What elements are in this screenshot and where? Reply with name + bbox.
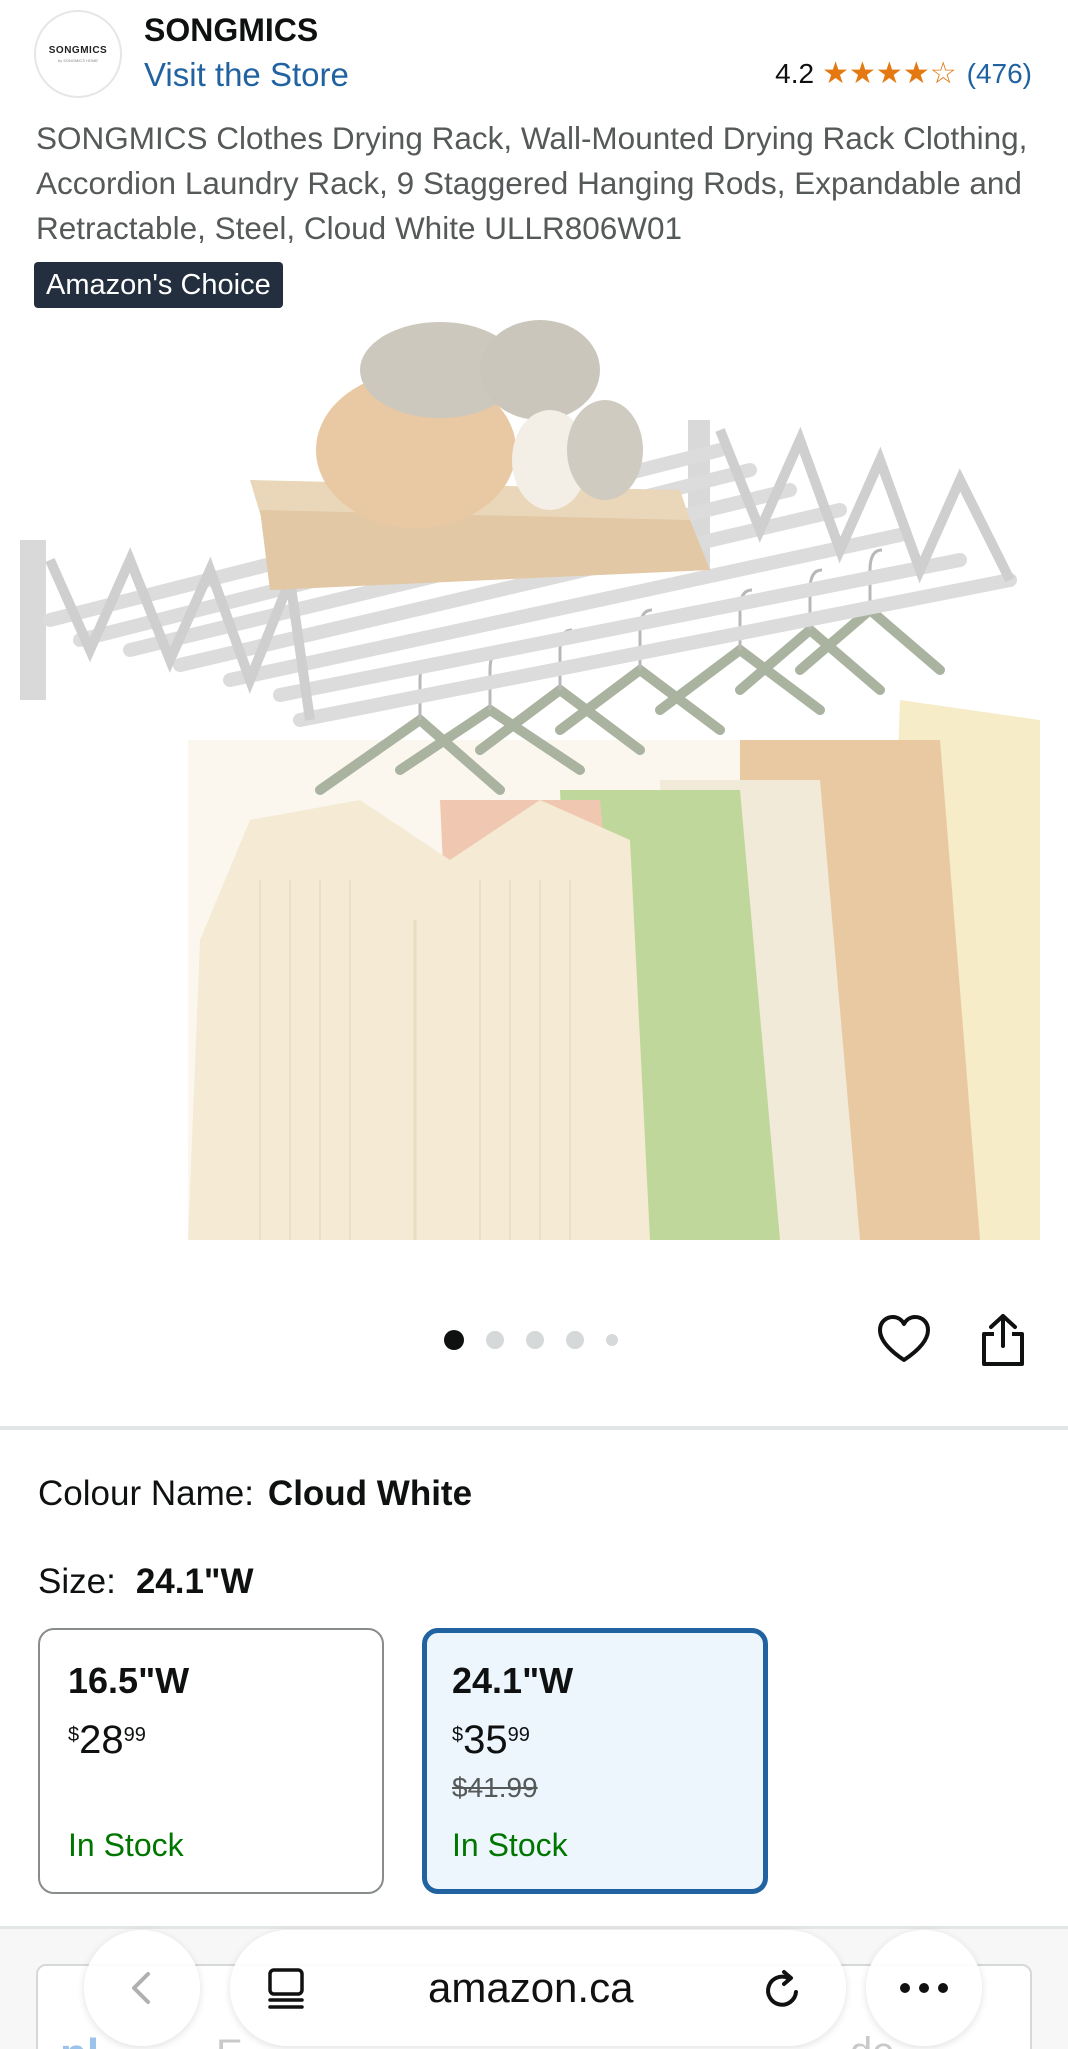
size-option-24-1[interactable]: 24.1"W $ 35 99 $41.99 In Stock (422, 1628, 768, 1894)
obscured-text: E (216, 2032, 243, 2049)
price-whole: 28 (79, 1718, 124, 1762)
pagination-dot[interactable] (486, 1331, 504, 1349)
price-currency: $ (68, 1724, 80, 1746)
star-full-icon: ★ (849, 57, 876, 90)
section-divider (0, 1426, 1068, 1430)
stock-status: In Stock (68, 1827, 184, 1863)
url-text[interactable]: amazon.ca (428, 1964, 633, 2012)
price-fraction: 99 (507, 1724, 530, 1746)
size-option-label: 24.1"W (452, 1660, 574, 1701)
share-icon[interactable] (978, 1312, 1028, 1368)
rating-summary[interactable]: 4.2 ★ ★ ★ ★ ☆ (476) (775, 58, 1032, 90)
price-fraction: 99 (123, 1724, 146, 1746)
colour-selection: Colour Name: Cloud White (38, 1474, 472, 1514)
product-image[interactable] (20, 320, 1050, 1240)
colour-value: Cloud White (267, 1474, 473, 1513)
price-currency: $ (452, 1724, 464, 1746)
size-option-label: 16.5"W (68, 1660, 190, 1701)
address-bar[interactable]: amazon.ca (230, 1930, 846, 2046)
reload-icon[interactable] (760, 1968, 806, 2014)
tabs-icon[interactable] (264, 1966, 308, 2010)
brand-logo-subtext: by SONGMICS HOME (57, 58, 99, 63)
rating-stars: ★ ★ ★ ★ ☆ (822, 59, 957, 89)
size-label: Size: (38, 1562, 116, 1601)
back-button[interactable] (84, 1930, 200, 2046)
rating-value: 4.2 (775, 58, 815, 89)
review-count-link[interactable]: (476) (967, 58, 1032, 90)
chevron-left-icon (132, 1972, 150, 2004)
pagination-dot[interactable] (606, 1334, 618, 1346)
brand-name: SONGMICS (144, 12, 319, 48)
star-full-icon: ★ (875, 57, 903, 90)
pagination-dot-active[interactable] (444, 1330, 464, 1350)
visit-store-link[interactable]: Visit the Store (144, 56, 349, 94)
size-option-16-5[interactable]: 16.5"W $ 28 99 In Stock (38, 1628, 384, 1894)
more-icon (900, 1983, 948, 1993)
brand-logo[interactable]: SONGMICS by SONGMICS HOME (34, 10, 122, 98)
list-price: $41.99 (452, 1772, 538, 1803)
pagination-dot[interactable] (526, 1331, 544, 1349)
amazons-choice-badge[interactable]: Amazon's Choice (34, 262, 283, 308)
more-options-button[interactable] (866, 1930, 982, 2046)
size-option-price: $ 28 99 (68, 1720, 382, 1760)
brand-logo-text: SONGMICS (48, 45, 108, 56)
price-whole: 35 (463, 1718, 508, 1762)
size-value: 24.1"W (135, 1562, 254, 1601)
size-selection: Size: 24.1"W (38, 1562, 254, 1602)
star-empty-icon: ☆ (929, 57, 957, 90)
pagination-dot[interactable] (566, 1331, 584, 1349)
star-full-icon: ★ (902, 57, 930, 90)
size-option-price: $ 35 99 (452, 1720, 763, 1760)
product-title: SONGMICS Clothes Drying Rack, Wall-Mount… (36, 120, 1028, 246)
image-pagination[interactable] (444, 1330, 640, 1350)
heart-icon[interactable] (876, 1312, 932, 1368)
colour-label: Colour Name: (38, 1474, 254, 1513)
obscured-text: pl (60, 2030, 99, 2049)
stock-status: In Stock (452, 1827, 568, 1863)
star-full-icon: ★ (822, 57, 849, 90)
